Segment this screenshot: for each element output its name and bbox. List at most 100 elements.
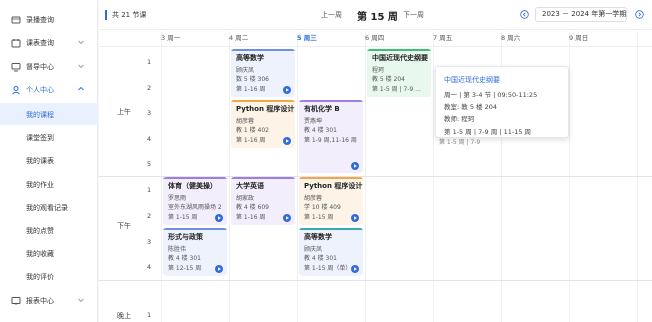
sidebar-subitem-my-homework[interactable]: 我的作业 bbox=[0, 173, 98, 195]
course-weeks: 第 12-15 周 bbox=[168, 265, 202, 272]
chevron-up-icon bbox=[78, 86, 84, 91]
course-card[interactable]: 体育（健美操） 罗思雨 室外东湖风雨操场 2 第 1-15 周 bbox=[163, 177, 227, 225]
course-card[interactable]: 高等数学 顾庆凤 数 5 楼 306 第 1-16 周 bbox=[231, 49, 295, 97]
sidebar-item-supervision[interactable]: 督导中心 bbox=[0, 56, 98, 78]
course-weeks: 第 1-16 周 bbox=[236, 214, 266, 221]
sidebar-subitem-my-reviews[interactable]: 我的评价 bbox=[0, 265, 98, 287]
course-room: 教 5 楼 204 bbox=[372, 76, 405, 83]
course-title: 形式与政策 bbox=[168, 233, 203, 241]
sidebar-subitem-check-in[interactable]: 课堂签到 bbox=[0, 126, 98, 148]
play-icon[interactable] bbox=[283, 86, 291, 94]
course-weeks: 第 1-16 周 bbox=[236, 86, 266, 93]
sidebar-item-label: 报表中心 bbox=[26, 297, 54, 305]
chevron-down-icon bbox=[78, 40, 84, 45]
course-card[interactable]: 大学英语 胡家政 教 4 楼 609 第 1-16 周 bbox=[231, 177, 295, 225]
monitor-icon bbox=[11, 63, 21, 72]
sidebar-subitem-label: 我的评价 bbox=[26, 273, 54, 281]
slot-number: 2 bbox=[147, 212, 152, 220]
slot-number: 1 bbox=[147, 58, 152, 66]
course-title: Python 程序设计 bbox=[304, 182, 363, 190]
sidebar-item-personal-center[interactable]: 个人中心 bbox=[0, 79, 98, 101]
user-icon bbox=[12, 86, 20, 95]
slot-number: 4 bbox=[147, 135, 152, 143]
sidebar-subitem-label: 我的收藏 bbox=[26, 250, 54, 258]
course-title: 大学英语 bbox=[236, 182, 264, 190]
popup-title: 中国近现代史纲要 bbox=[444, 76, 500, 84]
sidebar-item-label: 课表查询 bbox=[26, 39, 54, 47]
course-teacher: 贾燕坤 bbox=[304, 118, 323, 125]
chevron-down-icon bbox=[78, 298, 84, 303]
sidebar-subitem-label: 我的作业 bbox=[26, 181, 54, 189]
course-teacher: 顾庆凤 bbox=[236, 67, 255, 74]
calendar-icon bbox=[11, 39, 21, 48]
course-card[interactable]: 高等数学 顾庆凤 教 4 楼 301 第 1-15 周（单） bbox=[299, 228, 363, 276]
course-teacher: 程珂 bbox=[372, 67, 385, 74]
course-weeks: 第 1-5 周 | 7-9 ... bbox=[372, 86, 421, 93]
video-icon bbox=[11, 16, 21, 24]
day-header-thu: 6 周四 bbox=[365, 34, 385, 42]
course-teacher: 陈胜伟 bbox=[168, 246, 187, 253]
total-lessons-label: 共 21 节课 bbox=[105, 10, 146, 20]
sidebar-subitem-label: 我的观看记录 bbox=[26, 204, 68, 212]
course-weeks: 第 1-9 周,11-16 周 bbox=[304, 137, 357, 144]
course-card[interactable]: 形式与政策 陈胜伟 教 4 楼 301 第 12-15 周 bbox=[163, 228, 227, 276]
sidebar-item-schedule-query[interactable]: 课表查询 bbox=[0, 32, 98, 54]
next-term-icon[interactable] bbox=[635, 10, 644, 19]
day-header-sat: 8 周六 bbox=[501, 34, 521, 42]
sidebar-item-recordings[interactable]: 录播查询 bbox=[0, 9, 98, 31]
slot-number: 2 bbox=[147, 84, 152, 92]
course-room: 教 1 楼 402 bbox=[236, 127, 269, 134]
course-card[interactable]: Python 程序设计 胡彦蓉 教 1 楼 402 第 1-16 周 bbox=[231, 100, 295, 148]
course-weeks: 第 1-15 周 bbox=[168, 214, 198, 221]
course-card[interactable]: 中国近现代史纲要 程珂 教 5 楼 204 第 1-5 周 | 7-9 ... bbox=[367, 49, 431, 97]
course-room: 教 4 楼 609 bbox=[236, 204, 269, 211]
day-header-fri: 7 周五 bbox=[433, 34, 453, 42]
slot-number: 5 bbox=[147, 160, 152, 168]
next-week-button[interactable]: 下一周 bbox=[403, 10, 424, 20]
prev-term-icon[interactable] bbox=[520, 10, 529, 19]
day-header-sun: 9 周日 bbox=[569, 34, 589, 42]
play-icon[interactable] bbox=[215, 214, 223, 222]
sidebar-subitem-my-likes[interactable]: 我的点赞 bbox=[0, 219, 98, 241]
slot-number: 3 bbox=[147, 238, 152, 246]
play-icon[interactable] bbox=[351, 162, 359, 170]
sidebar-item-label: 个人中心 bbox=[26, 86, 54, 94]
day-header-tue: 4 周二 bbox=[229, 34, 249, 42]
course-title: 体育（健美操） bbox=[168, 182, 217, 190]
sidebar-item-label: 督导中心 bbox=[26, 63, 54, 71]
sidebar: 录播查询 课表查询 督导中心 个人中心 我的课程 课堂签到 我的课表 我的作业 … bbox=[0, 0, 98, 322]
current-week-label: 第 15 周 bbox=[357, 12, 398, 23]
popup-weeks: 第 1-5 周 | 7-9 周 | 11-15 周 bbox=[444, 128, 532, 136]
course-room: 学 10 楼 409 bbox=[304, 204, 341, 211]
sidebar-subitem-my-timetable[interactable]: 我的课表 bbox=[0, 149, 98, 171]
play-icon[interactable] bbox=[283, 214, 291, 222]
sidebar-subitem-label: 课堂签到 bbox=[26, 134, 54, 142]
course-title: 有机化学 B bbox=[304, 105, 340, 113]
play-icon[interactable] bbox=[215, 265, 223, 273]
play-icon[interactable] bbox=[351, 214, 359, 222]
course-card[interactable]: Python 程序设计 胡彦蓉 学 10 楼 409 第 1-15 周 bbox=[299, 177, 363, 225]
term-select[interactable]: 2023 － 2024 年第一学期 bbox=[535, 7, 627, 22]
sidebar-subitem-watch-history[interactable]: 我的观看记录 bbox=[0, 196, 98, 218]
day-header-wed: 5 周三 bbox=[297, 34, 317, 42]
course-teacher: 胡家政 bbox=[236, 195, 255, 202]
play-icon[interactable] bbox=[283, 137, 291, 145]
sidebar-subitem-my-courses[interactable]: 我的课程 bbox=[0, 103, 98, 125]
course-room: 教 4 楼 301 bbox=[168, 255, 201, 262]
course-room: 数 5 楼 306 bbox=[236, 76, 269, 83]
slot-number: 3 bbox=[147, 109, 152, 117]
prev-week-button[interactable]: 上一周 bbox=[321, 10, 342, 20]
chevron-down-icon bbox=[78, 64, 84, 69]
course-title: Python 程序设计 bbox=[236, 105, 295, 113]
course-card[interactable]: 有机化学 B 贾燕坤 教 4 楼 301 第 1-9 周,11-16 周 bbox=[299, 100, 363, 173]
course-room: 室外东湖风雨操场 2 bbox=[168, 204, 222, 211]
sidebar-subitem-label: 我的点赞 bbox=[26, 227, 54, 235]
sidebar-subitem-my-favorites[interactable]: 我的收藏 bbox=[0, 242, 98, 264]
course-detail-popup: 中国近现代史纲要 周一 | 第 3-4 节 | 09:50-11:25 教室: … bbox=[435, 66, 569, 138]
course-title: 高等数学 bbox=[304, 233, 332, 241]
sidebar-item-reports[interactable]: 报表中心 bbox=[0, 290, 98, 312]
slot-number: 1 bbox=[147, 186, 152, 194]
course-title: 高等数学 bbox=[236, 54, 264, 62]
course-teacher: 胡彦蓉 bbox=[304, 195, 323, 202]
play-icon[interactable] bbox=[351, 265, 359, 273]
